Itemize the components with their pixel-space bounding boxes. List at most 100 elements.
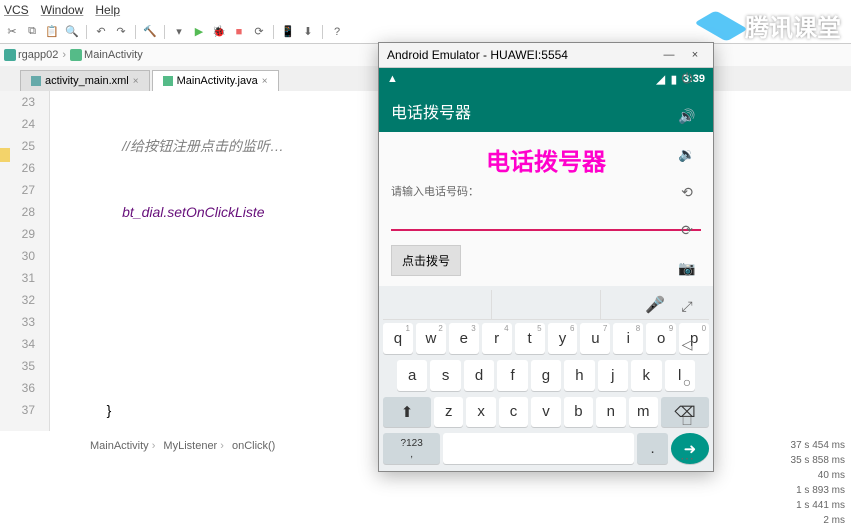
search-icon[interactable]: 🔍 xyxy=(64,24,80,40)
stop-icon[interactable]: ■ xyxy=(231,24,247,40)
tab-activity-main-xml[interactable]: activity_main.xml × xyxy=(20,70,150,91)
page-title: 电话拨号器 xyxy=(391,142,701,177)
separator xyxy=(135,25,136,39)
shift-key[interactable]: ⬆ xyxy=(383,397,431,428)
home-icon[interactable]: ○ xyxy=(677,372,697,392)
copy-icon[interactable]: ⧉ xyxy=(24,24,40,40)
line-number: 36 xyxy=(0,377,35,399)
zoom-icon[interactable]: ⤢ xyxy=(677,296,697,316)
key-w[interactable]: w2 xyxy=(416,323,446,354)
watermark-text: 腾讯课堂 xyxy=(745,8,841,43)
debug-icon[interactable]: 🐞 xyxy=(211,24,227,40)
close-icon[interactable]: × xyxy=(133,76,139,87)
app-bar: 电话拨号器 xyxy=(379,90,713,132)
key-s[interactable]: s xyxy=(430,360,460,391)
breadcrumb-label: MainActivity xyxy=(84,49,143,61)
emulator-window: Android Emulator - HUAWEI:5554 — × ▲ ◢ ▮… xyxy=(378,42,714,472)
key-u[interactable]: u7 xyxy=(580,323,610,354)
key-b[interactable]: b xyxy=(564,397,593,428)
dial-button[interactable]: 点击拨号 xyxy=(391,245,461,276)
paste-icon[interactable]: 📋 xyxy=(44,24,60,40)
sdk-icon[interactable]: ⬇ xyxy=(300,24,316,40)
build-icon[interactable]: 🔨 xyxy=(142,24,158,40)
tab-main-activity-java[interactable]: MainActivity.java × xyxy=(152,70,279,91)
volume-up-icon[interactable]: 🔊 xyxy=(677,106,697,126)
warning-icon: ▲ xyxy=(387,73,398,85)
bc-method[interactable]: onClick() xyxy=(232,440,275,452)
line-number: 27 xyxy=(0,179,35,201)
timing-line: 35 s 858 ms xyxy=(791,453,845,468)
key-q[interactable]: q1 xyxy=(383,323,413,354)
emulator-side-toolbar: ⏻ 🔊 🔉 ⟲ ⟳ 📷 ⤢ ◁ ○ □ ⋯ xyxy=(672,58,702,468)
help-icon[interactable]: ? xyxy=(329,24,345,40)
key-f[interactable]: f xyxy=(497,360,527,391)
key-n[interactable]: n xyxy=(596,397,625,428)
keyboard-row-4: ?123 , . ➜ xyxy=(383,430,709,467)
emulator-titlebar[interactable]: Android Emulator - HUAWEI:5554 — × xyxy=(379,43,713,67)
timing-line: 1 s 893 ms xyxy=(791,483,845,498)
space-key[interactable] xyxy=(443,433,634,464)
undo-icon[interactable]: ↶ xyxy=(93,24,109,40)
key-c[interactable]: c xyxy=(499,397,528,428)
menu-window[interactable]: Window xyxy=(41,3,84,17)
cut-icon[interactable]: ✂ xyxy=(4,24,20,40)
key-x[interactable]: x xyxy=(466,397,495,428)
timing-line: 1 s 441 ms xyxy=(791,498,845,513)
back-icon[interactable]: ◁ xyxy=(677,334,697,354)
line-number: 28 xyxy=(0,201,35,223)
suggestion-cell[interactable] xyxy=(492,290,601,319)
line-number: 37 xyxy=(0,399,35,421)
camera-icon[interactable]: 📷 xyxy=(677,258,697,278)
build-timing-panel: 37 s 454 ms 35 s 858 ms 40 ms 1 s 893 ms… xyxy=(791,438,845,528)
rotate-left-icon[interactable]: ⟲ xyxy=(677,182,697,202)
bc-class[interactable]: MainActivity xyxy=(90,440,155,452)
sync-icon[interactable]: ⟳ xyxy=(251,24,267,40)
key-j[interactable]: j xyxy=(598,360,628,391)
key-e[interactable]: e3 xyxy=(449,323,479,354)
phone-input[interactable] xyxy=(391,203,701,231)
timing-line: 37 s 454 ms xyxy=(791,438,845,453)
volume-down-icon[interactable]: 🔉 xyxy=(677,144,697,164)
watermark-logo-icon xyxy=(694,10,748,41)
breadcrumb-class[interactable]: MainActivity xyxy=(70,49,143,61)
input-hint: 请输入电话号码： xyxy=(391,183,701,199)
module-icon xyxy=(4,49,16,61)
close-icon[interactable]: × xyxy=(262,76,268,87)
more-icon[interactable]: ⋯ xyxy=(677,448,697,468)
power-icon[interactable]: ⏻ xyxy=(677,68,697,88)
suggestion-cell[interactable] xyxy=(383,290,492,319)
key-k[interactable]: k xyxy=(631,360,661,391)
line-number: 33 xyxy=(0,311,35,333)
key-g[interactable]: g xyxy=(531,360,561,391)
run-config-icon[interactable]: ▾ xyxy=(171,24,187,40)
app-content: 电话拨号器 请输入电话号码： 点击拨号 xyxy=(379,132,713,286)
gutter-highlight xyxy=(0,148,10,162)
key-r[interactable]: r4 xyxy=(482,323,512,354)
key-t[interactable]: t5 xyxy=(515,323,545,354)
breadcrumb-module[interactable]: rgapp02 xyxy=(4,49,58,61)
key-v[interactable]: v xyxy=(531,397,560,428)
bc-inner-class[interactable]: MyListener xyxy=(163,440,224,452)
key-d[interactable]: d xyxy=(464,360,494,391)
key-y[interactable]: y6 xyxy=(548,323,578,354)
period-key[interactable]: . xyxy=(637,433,668,464)
run-icon[interactable]: ▶ xyxy=(191,24,207,40)
key-m[interactable]: m xyxy=(629,397,658,428)
redo-icon[interactable]: ↷ xyxy=(113,24,129,40)
key-h[interactable]: h xyxy=(564,360,594,391)
key-a[interactable]: a xyxy=(397,360,427,391)
menu-vcs[interactable]: VCS xyxy=(4,3,29,17)
rotate-right-icon[interactable]: ⟳ xyxy=(677,220,697,240)
key-i[interactable]: i8 xyxy=(613,323,643,354)
symbols-label: ?123 xyxy=(401,438,423,449)
avd-icon[interactable]: 📱 xyxy=(280,24,296,40)
symbols-key[interactable]: ?123 , xyxy=(383,433,440,464)
key-z[interactable]: z xyxy=(434,397,463,428)
keyboard-row-3: ⬆ zxcvbnm ⌫ xyxy=(383,394,709,431)
separator xyxy=(164,25,165,39)
code-comment: //给按钮注册点击的监听… xyxy=(122,138,284,154)
line-number: 30 xyxy=(0,245,35,267)
separator xyxy=(273,25,274,39)
overview-icon[interactable]: □ xyxy=(677,410,697,430)
menu-help[interactable]: Help xyxy=(95,3,120,17)
